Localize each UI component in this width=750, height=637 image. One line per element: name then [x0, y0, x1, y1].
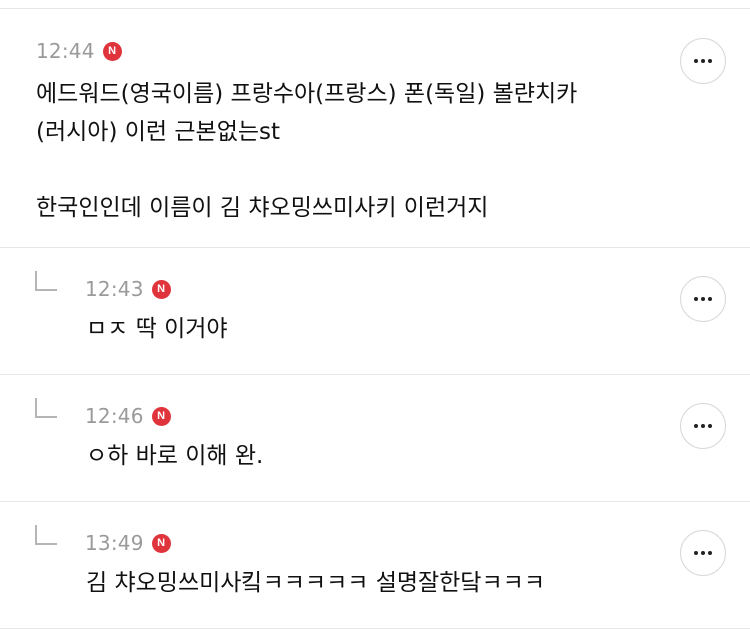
comment-time: 12:44 — [36, 39, 95, 63]
new-badge-icon: N — [151, 279, 171, 299]
more-options-button[interactable] — [680, 38, 726, 84]
reply-item: 12:43 N ㅁㅈ 딱 이거야 — [0, 248, 750, 375]
comment-time: 13:49 — [85, 531, 144, 555]
more-horizontal-icon — [694, 551, 712, 555]
comment-text: ㅇ하 바로 이해 완. — [86, 443, 264, 469]
new-badge-icon: N — [151, 406, 171, 426]
new-badge-icon: N — [151, 533, 171, 553]
comment-meta: 13:49 N — [85, 531, 171, 555]
reply-item: 12:46 N ㅇ하 바로 이해 완. — [0, 375, 750, 502]
comment-meta: 12:46 N — [85, 404, 171, 428]
comment-text: 에드워드(영국이름) 프랑수아(프랑스) 폰(독일) 볼랸치카 (러시아) 이런… — [36, 81, 578, 221]
reply-arrow-icon — [35, 525, 57, 545]
comment-time: 12:46 — [85, 404, 144, 428]
reply-item: 13:49 N 김 챠오밍쓰미사킼ㅋㅋㅋㅋㅋ 설명잘한닼ㅋㅋㅋ — [0, 502, 750, 629]
comment-time: 12:43 — [85, 277, 144, 301]
reply-arrow-icon — [35, 398, 57, 418]
comment-item: 12:44 N 에드워드(영국이름) 프랑수아(프랑스) 폰(독일) 볼랸치카 … — [0, 9, 750, 248]
comment-meta: 12:44 N — [36, 39, 122, 63]
more-horizontal-icon — [694, 297, 712, 301]
more-options-button[interactable] — [680, 276, 726, 322]
reply-arrow-icon — [35, 271, 57, 291]
more-options-button[interactable] — [680, 403, 726, 449]
comment-list: 12:44 N 에드워드(영국이름) 프랑수아(프랑스) 폰(독일) 볼랸치카 … — [0, 0, 750, 637]
comment-meta: 12:43 N — [85, 277, 171, 301]
comment-text: ㅁㅈ 딱 이거야 — [86, 316, 228, 342]
more-options-button[interactable] — [680, 530, 726, 576]
new-badge-icon: N — [102, 41, 122, 61]
more-horizontal-icon — [694, 59, 712, 63]
comment-text: 김 챠오밍쓰미사킼ㅋㅋㅋㅋㅋ 설명잘한닼ㅋㅋㅋ — [86, 570, 545, 596]
more-horizontal-icon — [694, 424, 712, 428]
